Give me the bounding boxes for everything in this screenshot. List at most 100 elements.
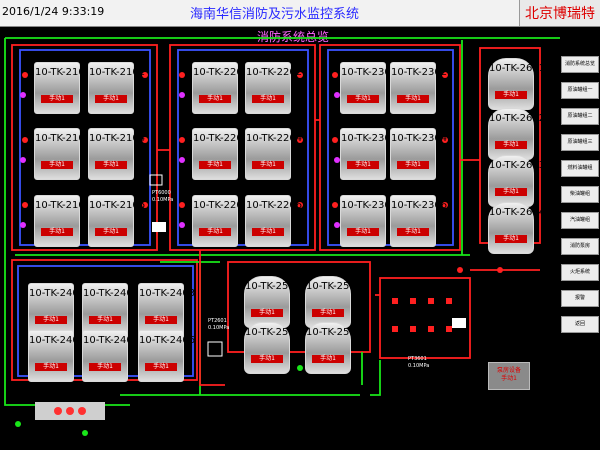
tank[interactable]: 10-TK-2501 手动1 <box>244 276 302 328</box>
tank[interactable]: 10-TK-2504 手动1 <box>305 322 363 374</box>
tank-label: 10-TK-2302 <box>391 67 448 78</box>
tank-label: 10-TK-2303 <box>341 133 398 144</box>
tank[interactable]: 10-TK-2203 手动1 <box>192 128 250 180</box>
tank[interactable]: 10-TK-2603 手动1 <box>488 155 546 207</box>
tank[interactable]: 10-TK-2201 手动1 <box>192 62 250 114</box>
manual-badge: 手动1 <box>35 363 67 371</box>
manual-badge: 手动1 <box>199 95 231 103</box>
tank-label: 10-TK-2105 <box>35 200 92 211</box>
tank-label: 10-TK-2405 <box>83 335 140 346</box>
pt-value-c: 0.10MPa <box>408 363 430 369</box>
tank[interactable]: 10-TK-2403 手动1 <box>138 283 196 335</box>
tank-label: 10-TK-2304 <box>391 133 448 144</box>
tank[interactable]: 10-TK-2101 手动1 <box>34 62 92 114</box>
nav-fire-pump-room[interactable]: 消防泵房 <box>561 238 599 255</box>
tank[interactable]: 10-TK-2106 手动1 <box>88 195 145 247</box>
tank-label: 10-TK-2503 <box>245 327 302 338</box>
manual-badge: 手动1 <box>252 228 284 236</box>
manual-badge: 手动1 <box>95 161 127 169</box>
tank[interactable]: 10-TK-2105 手动1 <box>34 195 92 247</box>
tank-label: 10-TK-2204 <box>246 133 303 144</box>
tank[interactable]: 10-TK-2502 手动1 <box>305 276 362 328</box>
manual-badge: 手动1 <box>35 316 67 324</box>
manual-badge: 手动1 <box>89 316 121 324</box>
tank[interactable]: 10-TK-2206 手动1 <box>245 195 303 247</box>
tank[interactable]: 10-TK-2104 手动1 <box>88 128 146 180</box>
pt-value-a: 0.10MPa <box>208 325 230 331</box>
manual-badge: 手动1 <box>347 95 379 103</box>
nav-crude-group-1[interactable]: 原油罐组一 <box>561 82 599 99</box>
nav-flare-system[interactable]: 火炬系统 <box>561 264 599 281</box>
pt-label-a: PT2601 <box>208 318 227 324</box>
tank[interactable]: 10-TK-2301 手动1 <box>340 62 398 114</box>
pt-label-c: PT3601 <box>408 356 427 362</box>
tank-label: 10-TK-2102 <box>89 67 146 78</box>
manual-badge: 手动1 <box>347 161 379 169</box>
status-line-1: 泵房设备 <box>496 367 521 374</box>
tank-label: 10-TK-2203 <box>193 133 250 144</box>
nav-return[interactable]: 返回 <box>561 316 599 333</box>
pump-room-status-box[interactable]: 泵房设备 手动1 <box>488 362 530 390</box>
manual-badge: 手动1 <box>397 161 429 169</box>
tank-label: 10-TK-2603 <box>489 160 546 171</box>
pt-label-b: PT6000 <box>152 190 171 196</box>
tank-label: 10-TK-2501 <box>245 281 302 292</box>
tank-label: 10-TK-2202 <box>246 67 303 78</box>
manual-badge: 手动1 <box>312 309 344 317</box>
tank-label: 10-TK-2205 <box>193 200 250 211</box>
tank[interactable]: 10-TK-2302 手动1 <box>390 62 448 114</box>
tank-label: 10-TK-2201 <box>193 67 250 78</box>
manual-badge: 手动1 <box>41 95 73 103</box>
tank-label: 10-TK-2206 <box>246 200 303 211</box>
manual-badge: 手动1 <box>495 188 527 196</box>
tank[interactable]: 10-TK-2204 手动1 <box>245 128 303 180</box>
manual-badge: 手动1 <box>95 95 127 103</box>
manual-badge: 手动1 <box>251 309 283 317</box>
tank[interactable]: 10-TK-2103 手动1 <box>34 128 91 180</box>
nav-gasoline-group[interactable]: 汽油罐组 <box>561 212 599 229</box>
tank-label: 10-TK-2604 <box>489 207 546 218</box>
tank[interactable]: 10-TK-2205 手动1 <box>192 195 250 247</box>
manual-badge: 手动1 <box>145 316 177 324</box>
tank[interactable]: 10-TK-2604 手动1 <box>488 202 546 254</box>
tank[interactable]: 10-TK-2601 手动1 <box>488 58 545 110</box>
nav-diesel-group[interactable]: 柴油罐组 <box>561 186 599 203</box>
tank[interactable]: 10-TK-2402 手动1 <box>82 283 140 335</box>
manual-badge: 手动1 <box>41 228 73 236</box>
manual-badge: 手动1 <box>199 228 231 236</box>
tank[interactable]: 10-TK-2602 手动1 <box>488 108 545 160</box>
tank-label: 10-TK-2402 <box>83 288 140 299</box>
tank-label: 10-TK-2104 <box>89 133 146 144</box>
tank[interactable]: 10-TK-2202 手动1 <box>245 62 303 114</box>
tank-label: 10-TK-2305 <box>341 200 398 211</box>
tank[interactable]: 10-TK-2405 手动1 <box>82 330 140 382</box>
tank[interactable]: 10-TK-2303 手动1 <box>340 128 398 180</box>
tank-label: 10-TK-2101 <box>35 67 92 78</box>
tank-label: 10-TK-2301 <box>341 67 398 78</box>
nav-overview[interactable]: 消防系统总览 <box>561 56 599 73</box>
manual-badge: 手动1 <box>397 228 429 236</box>
status-line-2: 手动1 <box>501 375 517 382</box>
tank-label: 10-TK-2403 <box>139 288 196 299</box>
tank[interactable]: 10-TK-2406 手动1 <box>138 330 196 382</box>
manual-badge: 手动1 <box>495 91 527 99</box>
tank[interactable]: 10-TK-2305 手动1 <box>340 195 398 247</box>
nav-fuel-oil-group[interactable]: 燃料油罐组 <box>561 160 599 177</box>
tank[interactable]: 10-TK-2503 手动1 <box>244 322 302 374</box>
tank-label: 10-TK-2504 <box>306 327 363 338</box>
tank[interactable]: 10-TK-2404 手动1 <box>28 330 85 382</box>
tank-label: 10-TK-2406 <box>139 335 196 346</box>
tank[interactable]: 10-TK-2102 手动1 <box>88 62 146 114</box>
manual-badge: 手动1 <box>495 235 527 243</box>
tank[interactable]: 10-TK-2401 手动1 <box>28 283 85 335</box>
manual-badge: 手动1 <box>252 95 284 103</box>
tank[interactable]: 10-TK-2304 手动1 <box>390 128 448 180</box>
nav-alarm[interactable]: 报警 <box>561 290 599 307</box>
nav-crude-group-3[interactable]: 原油罐组三 <box>561 134 599 151</box>
tank[interactable]: 10-TK-2306 手动1 <box>390 195 447 247</box>
manual-badge: 手动1 <box>95 228 127 236</box>
manual-badge: 手动1 <box>312 355 344 363</box>
pt-value-b: 0.10MPa <box>152 197 174 203</box>
manual-badge: 手动1 <box>89 363 121 371</box>
nav-crude-group-2[interactable]: 原油罐组二 <box>561 108 599 125</box>
